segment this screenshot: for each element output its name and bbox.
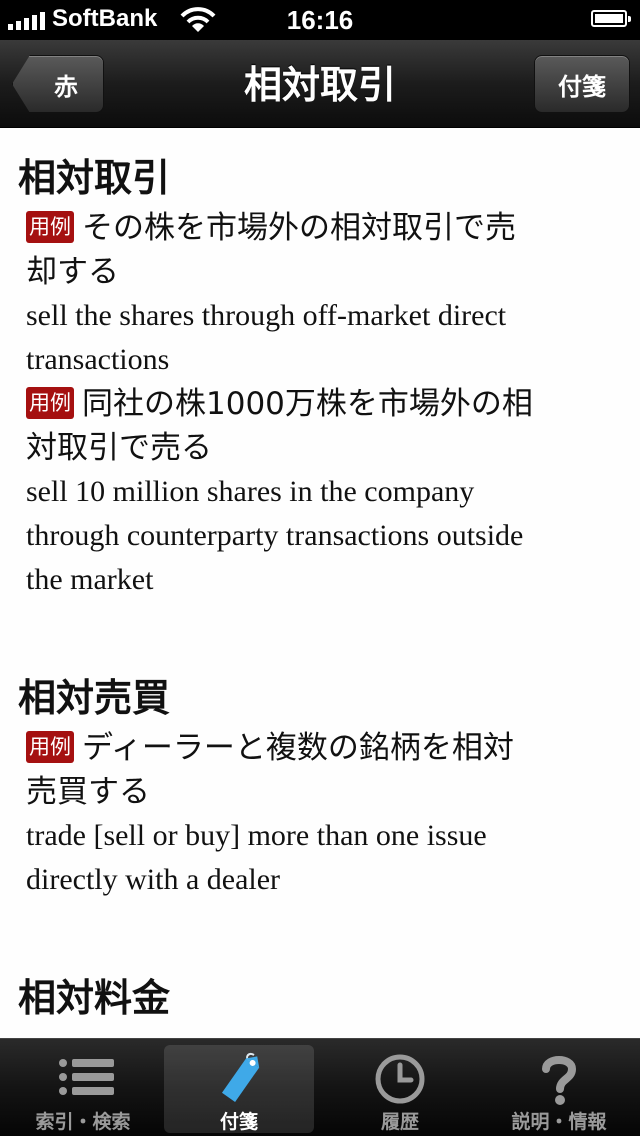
example: 用例 その株を市場外の相対取引で売 却する sell the shares thr… [18,206,628,382]
tab-info[interactable]: 説明・情報 [484,1045,634,1133]
example-japanese: 対取引で売る [26,430,212,466]
tag-button[interactable]: 付箋 [534,55,630,113]
entry-headword: 相対料金 [18,976,171,1020]
tab-label: 履歴 [380,1111,419,1133]
example-english: transactions [26,343,170,376]
tab-history[interactable]: 履歴 [325,1045,475,1133]
example-japanese: 用例 その株を市場外の相対取引で売 [26,206,628,250]
list-icon [8,1049,158,1105]
example-english: sell the shares through off-market direc… [26,299,507,332]
wifi-icon [180,6,216,39]
example-english: trade [sell or buy] more than one issue [26,819,487,852]
entry-headword: 相対売買 [18,676,171,720]
tab-index-search[interactable]: 索引・検索 [8,1045,158,1133]
tab-label: 説明・情報 [511,1111,607,1133]
navigation-bar: 赤 相対取引 付箋 [0,40,640,128]
clock-icon [325,1049,475,1105]
entry: 相対売買 用例 ディーラーと複数の銘柄を相対 売買する trade [sell o… [0,602,640,902]
dictionary-content[interactable]: 相対取引 用例 その株を市場外の相対取引で売 却する sell the share… [0,128,640,1038]
entry: 相対料金 [0,902,640,1022]
example: 用例 同社の株1000万株を市場外の相 対取引で売る sell 10 millio… [18,382,628,602]
question-icon [484,1049,634,1105]
example-japanese: 却する [26,254,119,290]
example-japanese: 用例 ディーラーと複数の銘柄を相対 [26,726,628,770]
tag-icon [164,1049,314,1105]
signal-strength-icon [8,10,45,30]
battery-icon [591,10,631,27]
example: 用例 ディーラーと複数の銘柄を相対 売買する trade [sell or buy… [18,726,628,902]
example-badge: 用例 [26,211,74,243]
status-bar: SoftBank 16:16 [0,0,640,40]
page-title: 相対取引 [243,63,396,107]
carrier-name: SoftBank [52,5,158,32]
example-english: directly with a dealer [26,863,281,896]
tab-tags[interactable]: 付箋 [164,1045,314,1133]
tab-label: 索引・検索 [35,1111,131,1133]
tab-bar: 索引・検索 付箋 履歴 説明・情報 [0,1038,640,1136]
example-japanese: 用例 同社の株1000万株を市場外の相 [26,382,628,426]
example-badge: 用例 [26,387,74,419]
back-button[interactable]: 赤 [12,55,104,113]
example-japanese: 売買する [26,774,150,810]
example-badge: 用例 [26,731,74,763]
example-english: sell 10 million shares in the company [26,475,475,508]
back-button-label: 赤 [54,72,78,101]
entry: 相対取引 用例 その株を市場外の相対取引で売 却する sell the share… [0,128,640,602]
tab-label: 付箋 [219,1111,258,1133]
example-english: the market [26,563,154,596]
entry-headword: 相対取引 [18,156,171,200]
example-english: through counterparty transactions outsid… [26,519,524,552]
tag-button-label: 付箋 [558,72,606,101]
